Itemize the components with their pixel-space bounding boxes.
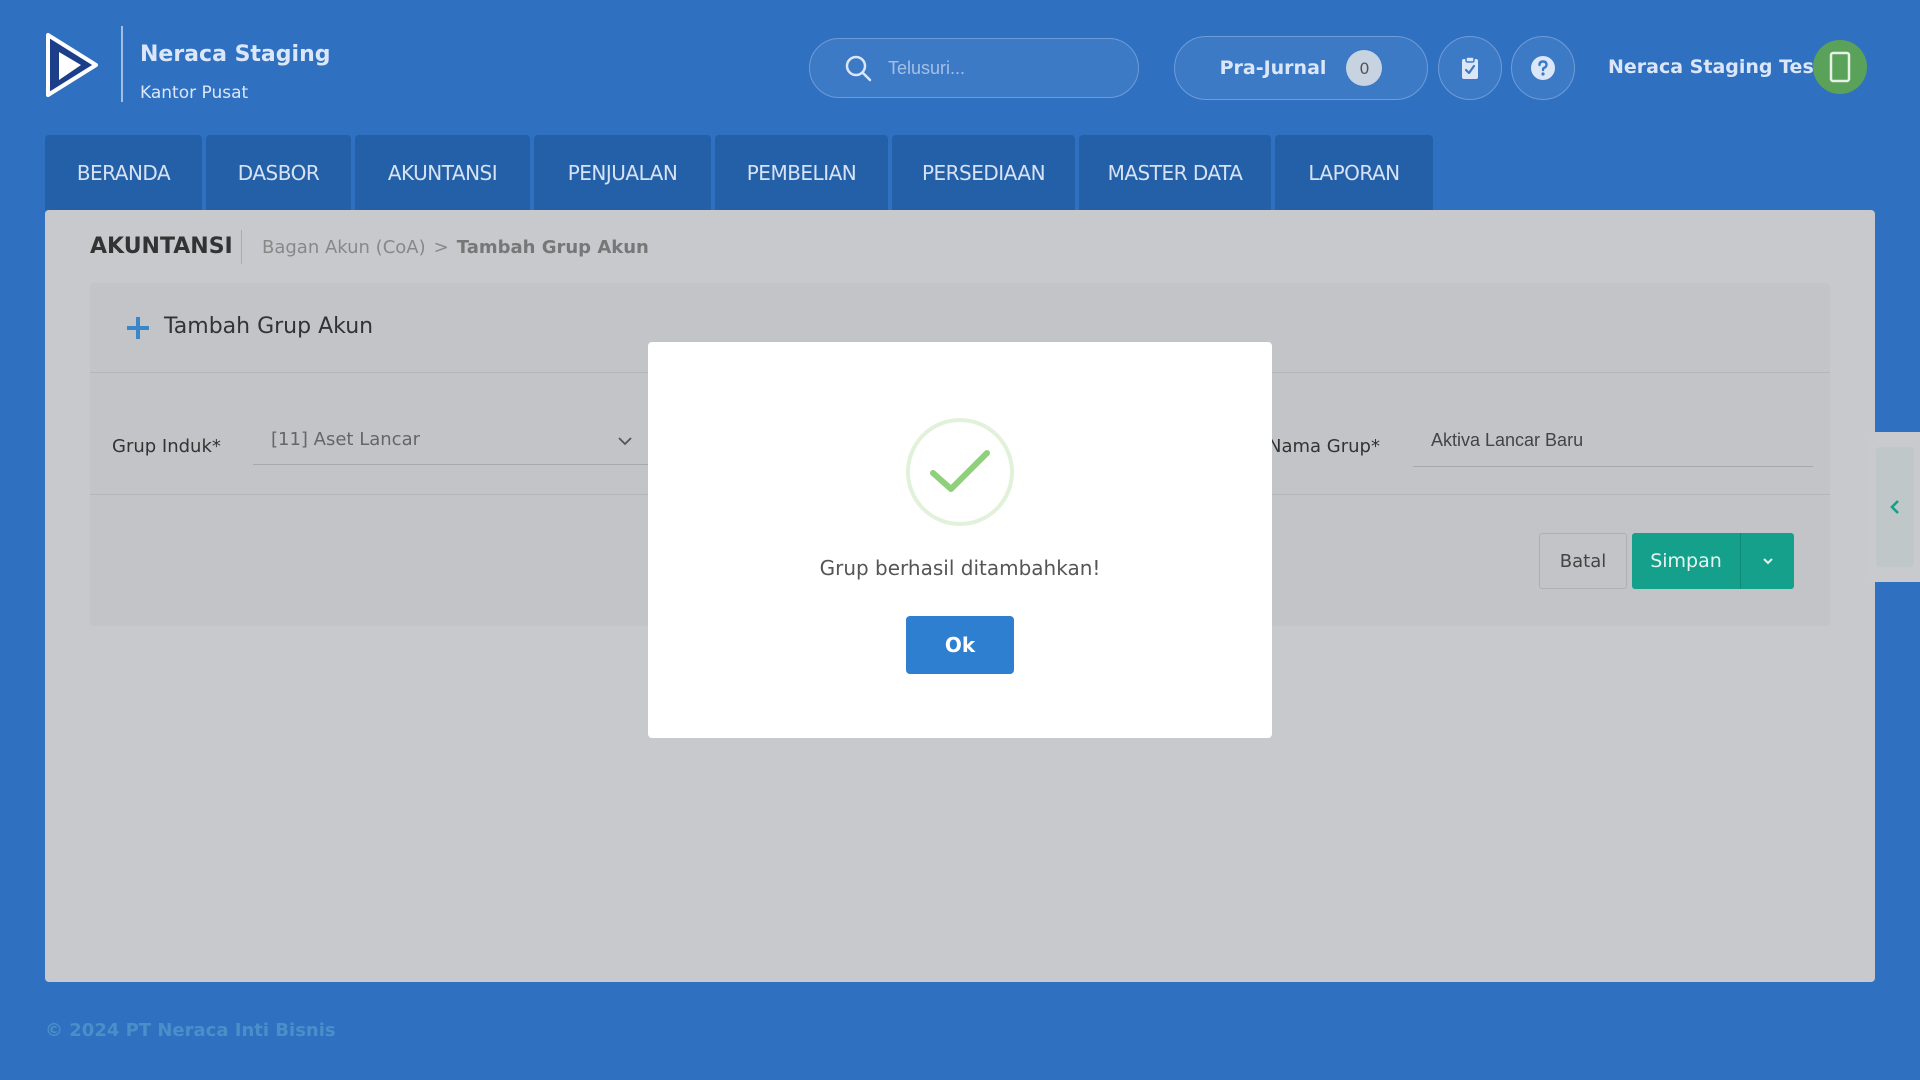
search-input[interactable] [888,57,1108,79]
search-box[interactable] [809,38,1139,98]
phone-icon [1829,51,1851,83]
side-panel-toggle[interactable] [1870,432,1920,582]
main-nav: BERANDA DASBOR AKUNTANSI PENJUALAN PEMBE… [45,135,1433,210]
nama-grup-label: Nama Grup* [1268,436,1380,457]
save-button-group: Simpan [1632,533,1794,589]
grup-induk-value: [11] Aset Lancar [271,429,421,450]
prajurnal-count-badge: 0 [1346,50,1383,86]
chevron-down-icon [1762,558,1773,565]
prajurnal-button[interactable]: Pra-Jurnal 0 [1174,36,1428,100]
ok-button[interactable]: Ok [906,616,1014,674]
brand-title: Neraca Staging [140,42,331,67]
clipboard-check-icon [1462,56,1478,79]
nav-tab-akuntansi[interactable]: AKUNTANSI [355,135,530,210]
breadcrumb-parent[interactable]: Bagan Akun (CoA) [262,237,426,258]
breadcrumb: Bagan Akun (CoA) > Tambah Grup Akun [262,237,649,258]
nav-tab-dasbor[interactable]: DASBOR [206,135,351,210]
grup-induk-select[interactable]: [11] Aset Lancar [253,415,653,465]
save-options-toggle[interactable] [1741,554,1794,568]
card-title: Tambah Grup Akun [164,314,374,339]
nav-tab-beranda[interactable]: BERANDA [45,135,202,210]
breadcrumb-divider [241,230,242,264]
search-icon [845,55,872,82]
section-title: AKUNTANSI [90,234,233,259]
chevron-left-icon [1890,500,1899,514]
prajurnal-label: Pra-Jurnal [1219,57,1327,79]
nav-tab-laporan[interactable]: LAPORAN [1275,135,1433,210]
help-icon [1531,56,1555,80]
help-button[interactable] [1511,36,1575,100]
chevron-down-icon [618,437,632,446]
brand-subtitle: Kantor Pusat [140,83,249,103]
nav-tab-master-data[interactable]: MASTER DATA [1079,135,1271,210]
save-button[interactable]: Simpan [1632,550,1740,572]
checkmark-icon [930,450,990,492]
nama-grup-input[interactable] [1413,415,1813,467]
breadcrumb-current: Tambah Grup Akun [456,237,649,258]
nav-tab-persediaan[interactable]: PERSEDIAAN [892,135,1075,210]
avatar[interactable] [1813,40,1867,94]
task-clipboard-button[interactable] [1438,36,1502,100]
cancel-button[interactable]: Batal [1539,533,1627,589]
nav-tab-penjualan[interactable]: PENJUALAN [534,135,711,210]
success-message: Grup berhasil ditambahkan! [819,556,1101,580]
footer-copyright: © 2024 PT Neraca Inti Bisnis [45,1020,336,1041]
plus-icon [127,317,149,339]
breadcrumb-separator: > [433,237,449,258]
success-dialog: Grup berhasil ditambahkan! Ok [648,342,1272,738]
logo-divider [121,26,123,102]
user-name[interactable]: Neraca Staging Test [1608,56,1823,78]
success-check-icon [906,418,1014,526]
side-panel-toggle-inner [1876,447,1914,567]
nav-tab-pembelian[interactable]: PEMBELIAN [715,135,888,210]
app-logo [46,33,98,97]
grup-induk-label: Grup Induk* [112,436,221,457]
